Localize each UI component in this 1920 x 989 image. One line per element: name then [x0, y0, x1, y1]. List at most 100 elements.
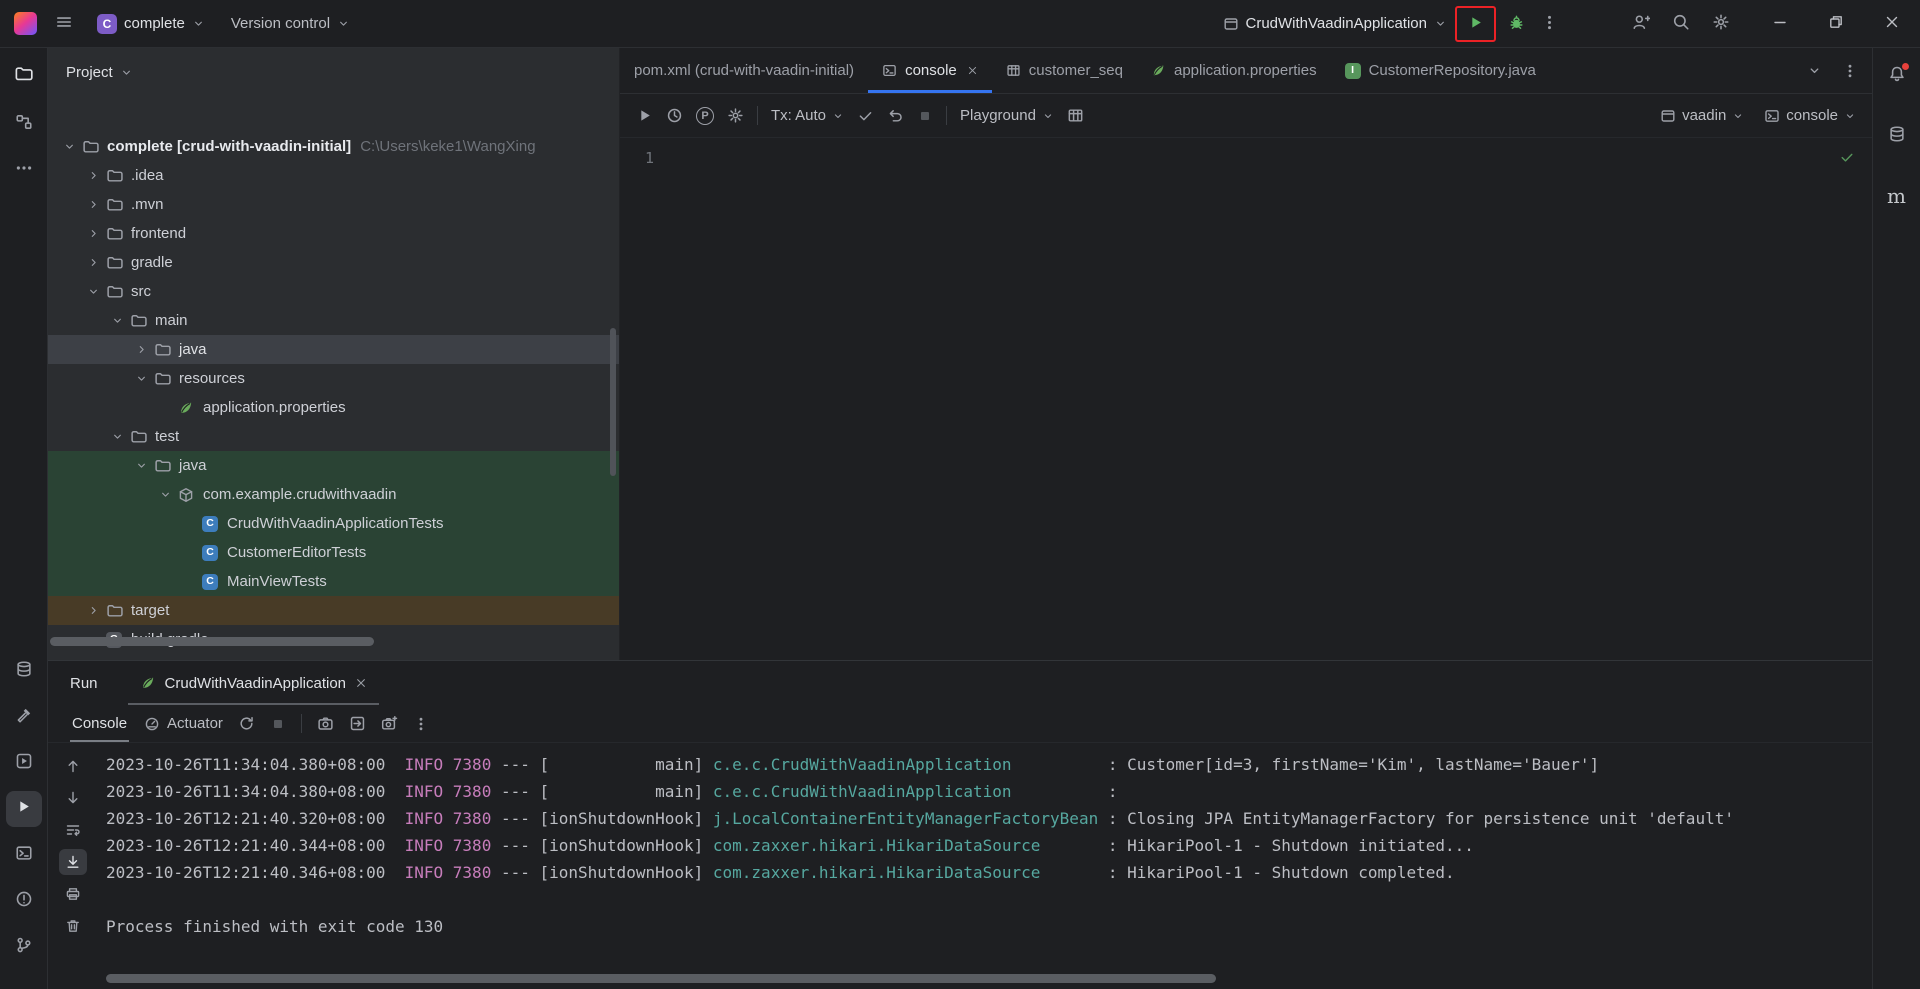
chevron-right-icon[interactable]: [82, 604, 104, 617]
tree-item-mainviewtests[interactable]: CMainViewTests: [48, 567, 619, 596]
inspections-ok-icon[interactable]: [1839, 149, 1855, 165]
session-selector-console[interactable]: console: [1764, 107, 1856, 124]
chevron-down-icon[interactable]: [106, 314, 128, 327]
run-config-icon: [1223, 16, 1239, 32]
problems-tool-icon[interactable]: [6, 883, 42, 919]
editor-tab-customer-seq[interactable]: customer_seq: [992, 48, 1137, 93]
structure-tool-icon[interactable]: [6, 106, 42, 142]
run-config-selector[interactable]: CrudWithVaadinApplication: [1217, 11, 1454, 36]
tree-item-idea[interactable]: .idea: [48, 161, 619, 190]
editor-tab-customerrepository-java[interactable]: ICustomerRepository.java: [1331, 48, 1550, 93]
tab-options-icon[interactable]: [1838, 59, 1862, 83]
notifications-icon[interactable]: [1879, 58, 1915, 94]
tree-item-customereditortests[interactable]: CCustomerEditorTests: [48, 538, 619, 567]
chevron-right-icon[interactable]: [82, 227, 104, 240]
main-menu-icon[interactable]: [51, 9, 77, 38]
chevron-down-icon[interactable]: [130, 459, 152, 472]
execute-query-button[interactable]: [636, 107, 653, 124]
console-settings-icon[interactable]: [727, 107, 744, 124]
version-control-tool-icon[interactable]: [6, 929, 42, 965]
chevron-down-icon: [832, 110, 844, 122]
console-log[interactable]: 2023-10-26T11:34:04.380+08:00 INFO 7380 …: [98, 743, 1872, 989]
database-panel-icon[interactable]: [1879, 118, 1915, 154]
more-actions-icon[interactable]: [1537, 10, 1562, 38]
tree-item-com-example-crudwithvaadin[interactable]: com.example.crudwithvaadin: [48, 480, 619, 509]
editor-tab-console[interactable]: console: [868, 48, 992, 93]
chevron-right-icon[interactable]: [82, 256, 104, 269]
editor-content[interactable]: [674, 138, 1872, 660]
up-stack-trace-icon[interactable]: [59, 753, 87, 779]
project-horizontal-scrollbar[interactable]: [50, 637, 374, 646]
editor-body[interactable]: 1: [620, 138, 1872, 660]
console-horizontal-scrollbar[interactable]: [106, 974, 1216, 983]
editor-tab-pom-xml-crud-with-vaadin-initial[interactable]: pom.xml (crud-with-vaadin-initial): [620, 48, 868, 93]
rerun-icon[interactable]: [238, 715, 255, 732]
minimize-button[interactable]: [1752, 0, 1808, 47]
services-tool-icon[interactable]: [6, 745, 42, 781]
editor-tab-application-properties[interactable]: application.properties: [1137, 48, 1331, 93]
soft-wrap-icon[interactable]: [59, 817, 87, 843]
clear-console-icon[interactable]: [59, 913, 87, 939]
tree-item-test[interactable]: test: [48, 422, 619, 451]
terminal-tool-icon[interactable]: [6, 837, 42, 873]
tab-close-icon[interactable]: [967, 65, 978, 76]
tree-item-resources[interactable]: resources: [48, 364, 619, 393]
chevron-down-icon[interactable]: [106, 430, 128, 443]
history-icon[interactable]: [666, 107, 683, 124]
close-icon[interactable]: [355, 677, 367, 689]
tree-item-complete-crud-with-vaadin-initial[interactable]: complete [crud-with-vaadin-initial]C:\Us…: [48, 132, 619, 161]
playground-selector[interactable]: Playground: [960, 107, 1054, 124]
rollback-icon[interactable]: [887, 107, 904, 124]
tree-item-application-properties[interactable]: application.properties: [48, 393, 619, 422]
settings-icon[interactable]: [1708, 9, 1734, 38]
tree-item-frontend[interactable]: frontend: [48, 219, 619, 248]
tree-item-mvn[interactable]: .mvn: [48, 190, 619, 219]
code-with-me-icon[interactable]: [1628, 9, 1654, 38]
thread-dump-icon[interactable]: [317, 715, 334, 732]
chevron-down-icon[interactable]: [82, 285, 104, 298]
tree-item-java[interactable]: java: [48, 451, 619, 480]
run-configuration-tab[interactable]: CrudWithVaadinApplication: [128, 661, 380, 705]
more-options-icon[interactable]: [413, 716, 429, 732]
memory-snapshot-icon[interactable]: [381, 715, 398, 732]
chevron-down-icon[interactable]: [58, 140, 80, 153]
chevron-down-icon[interactable]: [154, 488, 176, 501]
project-vertical-scrollbar[interactable]: [610, 328, 616, 476]
maximize-button[interactable]: [1808, 0, 1864, 47]
chevron-right-icon[interactable]: [82, 198, 104, 211]
chevron-down-icon[interactable]: [130, 372, 152, 385]
tree-item-gradle[interactable]: gradle: [48, 248, 619, 277]
tab-actuator[interactable]: Actuator: [144, 715, 223, 732]
commit-check-icon[interactable]: [857, 107, 874, 124]
explain-plan-icon[interactable]: P: [696, 107, 714, 125]
more-tool-windows-icon[interactable]: [6, 152, 42, 188]
tree-item-src[interactable]: src: [48, 277, 619, 306]
scroll-to-end-icon[interactable]: [59, 849, 87, 875]
tree-item-crudwithvaadinapplicationtests[interactable]: CCrudWithVaadinApplicationTests: [48, 509, 619, 538]
project-panel-header[interactable]: Project: [48, 48, 619, 96]
tree-item-target[interactable]: target: [48, 596, 619, 625]
print-icon[interactable]: [59, 881, 87, 907]
close-button[interactable]: [1864, 0, 1920, 47]
project-tool-icon[interactable]: [6, 58, 42, 94]
tx-mode-selector[interactable]: Tx: Auto: [771, 107, 844, 124]
dump-to-editor-icon[interactable]: [349, 715, 366, 732]
project-selector[interactable]: C complete: [91, 10, 211, 38]
tree-item-java[interactable]: java: [48, 335, 619, 364]
down-stack-trace-icon[interactable]: [59, 785, 87, 811]
chevron-right-icon[interactable]: [130, 343, 152, 356]
run-button[interactable]: [1463, 10, 1488, 38]
tree-item-main[interactable]: main: [48, 306, 619, 335]
build-tool-icon[interactable]: [6, 699, 42, 735]
debug-button[interactable]: [1504, 10, 1529, 38]
vcs-menu[interactable]: Version control: [225, 11, 356, 36]
session-selector-vaadin[interactable]: vaadin: [1660, 107, 1744, 124]
database-tool-icon[interactable]: [6, 653, 42, 689]
search-icon[interactable]: [1668, 9, 1694, 38]
chevron-right-icon[interactable]: [82, 169, 104, 182]
table-view-icon[interactable]: [1067, 107, 1084, 124]
tab-console[interactable]: Console: [70, 715, 129, 732]
hidden-tabs-icon[interactable]: [1803, 59, 1826, 82]
run-tool-icon[interactable]: [6, 791, 42, 827]
maven-tool-icon[interactable]: m: [1879, 178, 1915, 214]
